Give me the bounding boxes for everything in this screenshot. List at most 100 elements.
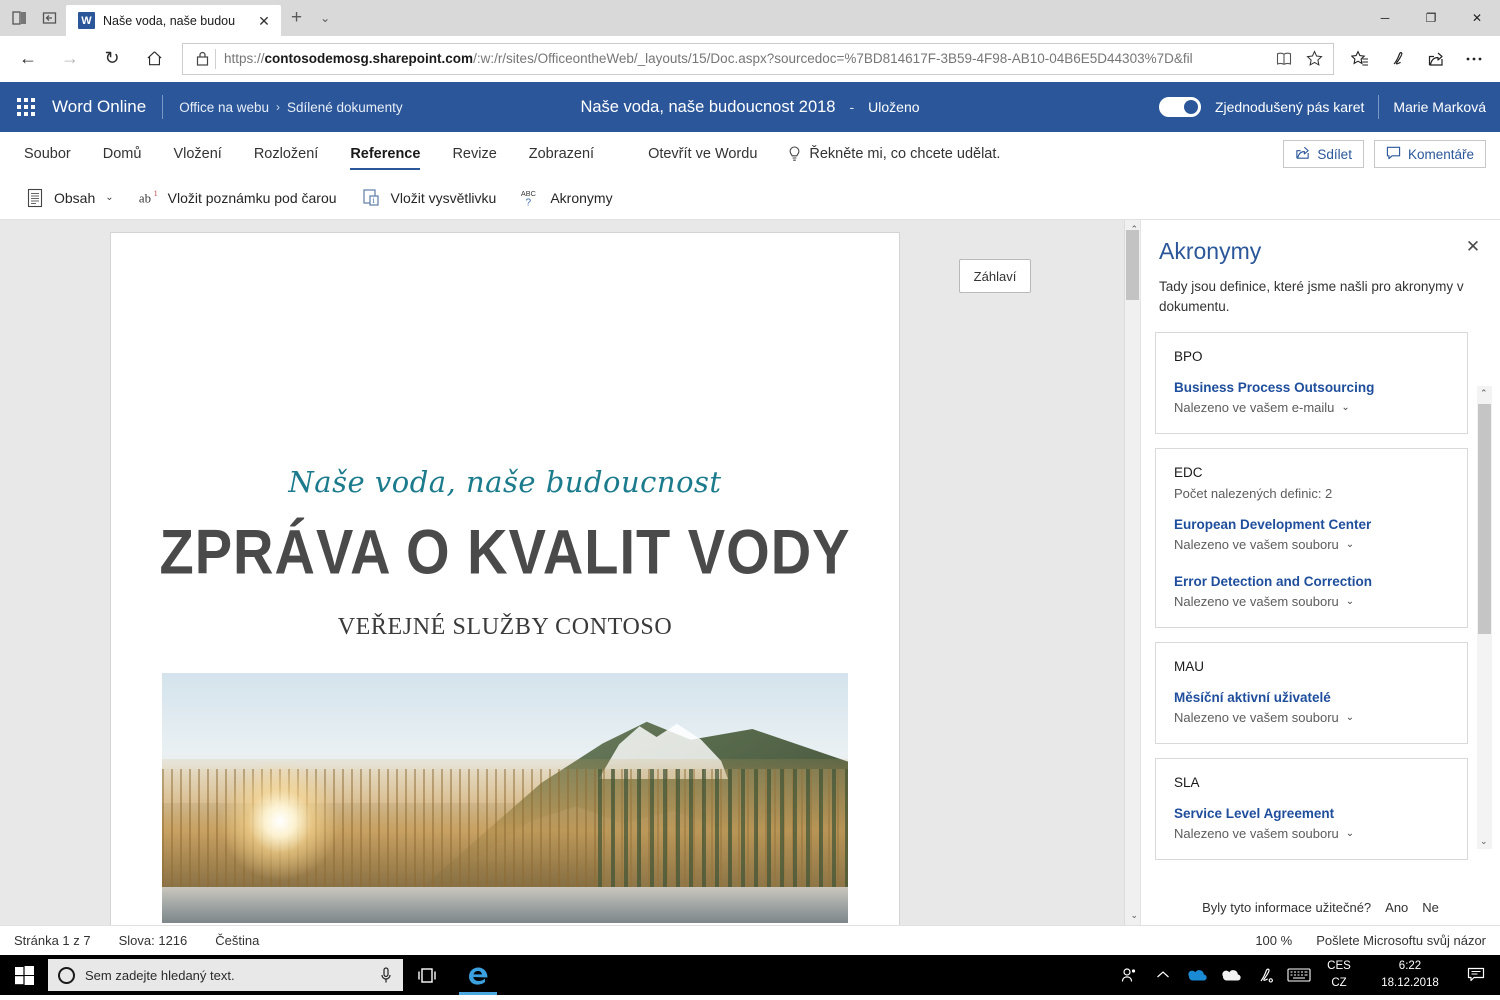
address-bar[interactable]: https://contosodemosg.sharepoint.com/:w:… bbox=[182, 43, 1334, 75]
document-scrollbar[interactable]: ⌃ ⌄ bbox=[1124, 220, 1140, 925]
task-view-icon[interactable] bbox=[403, 955, 451, 995]
tab-vlozeni[interactable]: Vložení bbox=[157, 132, 237, 176]
close-icon[interactable]: ✕ bbox=[1460, 234, 1486, 260]
table-of-contents-command[interactable]: Obsah ⌄ bbox=[14, 181, 124, 215]
acronym-definition[interactable]: Error Detection and Correction bbox=[1174, 574, 1449, 589]
user-name[interactable]: Marie Marková bbox=[1393, 99, 1486, 115]
settings-more-icon[interactable] bbox=[1456, 40, 1492, 78]
acronym-card[interactable]: BPO Business Process Outsourcing Nalezen… bbox=[1155, 332, 1468, 434]
onedrive-blue-icon[interactable] bbox=[1180, 955, 1214, 995]
tab-soubor[interactable]: Soubor bbox=[8, 132, 87, 176]
document-scroll-thumb[interactable] bbox=[1126, 230, 1139, 300]
close-tab-icon[interactable]: ✕ bbox=[255, 14, 273, 28]
word-count[interactable]: Slova: 1216 bbox=[119, 933, 188, 948]
home-button[interactable] bbox=[134, 40, 174, 78]
chevron-down-icon[interactable]: ⌄ bbox=[105, 192, 113, 203]
touch-keyboard-icon[interactable] bbox=[1282, 955, 1316, 995]
acronyms-panel-description: Tady jsou definice, které jsme našli pro… bbox=[1141, 265, 1500, 316]
windows-taskbar: Sem zadejte hledaný text. CESCZ bbox=[0, 955, 1500, 995]
taskbar-edge-icon[interactable] bbox=[451, 955, 505, 995]
acronym-source-label: Nalezeno ve vašem souboru bbox=[1174, 537, 1339, 552]
start-button-icon[interactable] bbox=[0, 955, 48, 995]
tab-reference[interactable]: Reference bbox=[334, 132, 436, 176]
taskbar-search-box[interactable]: Sem zadejte hledaný text. bbox=[48, 959, 403, 991]
browser-tab[interactable]: W Naše voda, naše budou ✕ bbox=[66, 5, 281, 36]
onedrive-white-icon[interactable] bbox=[1214, 955, 1248, 995]
insert-endnote-command[interactable]: i Vložit vysvětlivku bbox=[351, 181, 507, 215]
pen-icon[interactable] bbox=[1248, 955, 1282, 995]
chevron-down-icon[interactable]: ⌄ bbox=[1346, 539, 1354, 550]
chevron-down-icon[interactable]: ⌄ bbox=[1346, 596, 1354, 607]
scroll-up-icon[interactable]: ⌃ bbox=[1480, 388, 1488, 399]
acronym-definition[interactable]: European Development Center bbox=[1174, 517, 1449, 532]
show-hidden-icons-chevron[interactable] bbox=[1146, 955, 1180, 995]
chevron-down-icon[interactable]: ⌄ bbox=[312, 0, 338, 36]
tabs-you-set-aside-icon[interactable] bbox=[40, 8, 60, 28]
web-notes-pen-icon[interactable] bbox=[1380, 40, 1416, 78]
chevron-down-icon[interactable]: ⌄ bbox=[1346, 712, 1354, 723]
back-button[interactable]: ← bbox=[8, 40, 48, 78]
document-page[interactable]: Záhlaví Naše voda, naše budoucnost ZPRÁV… bbox=[110, 232, 900, 925]
clock-date[interactable]: 6:2218.12.2018 bbox=[1362, 958, 1458, 991]
send-feedback-link[interactable]: Pošlete Microsoftu svůj názor bbox=[1316, 933, 1486, 948]
tab-revize[interactable]: Revize bbox=[436, 132, 512, 176]
acronym-source-row[interactable]: Nalezeno ve vašem souboru ⌄ bbox=[1174, 710, 1449, 725]
maximize-button[interactable]: ❐ bbox=[1408, 0, 1454, 36]
simplified-ribbon-toggle[interactable] bbox=[1159, 97, 1201, 117]
acronym-source-row[interactable]: Nalezeno ve vašem souboru ⌄ bbox=[1174, 537, 1449, 552]
panel-scrollbar[interactable]: ⌃ ⌄ bbox=[1477, 386, 1492, 849]
chevron-down-icon[interactable]: ⌄ bbox=[1346, 828, 1354, 839]
acronym-card[interactable]: EDC Počet nalezených definic: 2 European… bbox=[1155, 448, 1468, 628]
acronym-definition[interactable]: Měsíční aktivní uživatelé bbox=[1174, 690, 1449, 705]
favorites-hub-icon[interactable] bbox=[1342, 40, 1378, 78]
insert-footnote-command[interactable]: ab1 Vložit poznámku pod čarou bbox=[128, 181, 347, 215]
refresh-button[interactable]: ↻ bbox=[92, 40, 132, 78]
set-tabs-aside-icon[interactable] bbox=[10, 8, 30, 28]
open-in-word-button[interactable]: Otevřít ve Wordu bbox=[634, 132, 771, 176]
acronym-source-row[interactable]: Nalezeno ve vašem souboru ⌄ bbox=[1174, 594, 1449, 609]
acronym-card[interactable]: MAU Měsíční aktivní uživatelé Nalezeno v… bbox=[1155, 642, 1468, 744]
acronym-card[interactable]: SLA Service Level Agreement Nalezeno ve … bbox=[1155, 758, 1468, 860]
language-indicator[interactable]: Čeština bbox=[215, 933, 259, 948]
scroll-down-icon[interactable]: ⌄ bbox=[1130, 910, 1138, 921]
comment-bubble-icon bbox=[1386, 145, 1401, 163]
document-title[interactable]: Naše voda, naše budoucnost 2018 bbox=[580, 98, 835, 117]
acronym-definition[interactable]: Business Process Outsourcing bbox=[1174, 380, 1449, 395]
share-button[interactable]: Sdílet bbox=[1283, 140, 1364, 168]
acronyms-card-list[interactable]: BPO Business Process Outsourcing Nalezen… bbox=[1141, 316, 1500, 889]
breadcrumb-site[interactable]: Office na webu bbox=[179, 100, 269, 115]
breadcrumb-library[interactable]: Sdílené dokumenty bbox=[287, 100, 403, 115]
tab-domu[interactable]: Domů bbox=[87, 132, 158, 176]
favorite-star-icon[interactable] bbox=[1301, 45, 1327, 73]
panel-scroll-thumb[interactable] bbox=[1478, 404, 1491, 634]
app-name[interactable]: Word Online bbox=[52, 97, 162, 117]
app-launcher-waffle-icon[interactable] bbox=[0, 98, 52, 116]
zoom-level[interactable]: 100 % bbox=[1255, 933, 1292, 948]
tell-me-box[interactable]: Řekněte mi, co chcete udělat. bbox=[771, 132, 1000, 176]
acronym-source-row[interactable]: Nalezeno ve vašem souboru ⌄ bbox=[1174, 826, 1449, 841]
chevron-down-icon[interactable]: ⌄ bbox=[1341, 402, 1349, 413]
acronym-definition[interactable]: Service Level Agreement bbox=[1174, 806, 1449, 821]
microphone-icon[interactable] bbox=[375, 967, 397, 984]
acronym-source-row[interactable]: Nalezeno ve vašem e-mailu ⌄ bbox=[1174, 400, 1449, 415]
comments-button[interactable]: Komentáře bbox=[1374, 140, 1486, 168]
scroll-down-icon[interactable]: ⌄ bbox=[1480, 836, 1488, 847]
header-region-chip[interactable]: Záhlaví bbox=[959, 259, 1031, 293]
photo-conifers bbox=[598, 769, 848, 889]
people-icon[interactable] bbox=[1112, 955, 1146, 995]
reading-view-icon[interactable] bbox=[1271, 45, 1297, 73]
feedback-yes-link[interactable]: Ano bbox=[1385, 900, 1408, 915]
forward-button[interactable]: → bbox=[50, 40, 90, 78]
minimize-button[interactable]: ─ bbox=[1362, 0, 1408, 36]
close-window-button[interactable]: ✕ bbox=[1454, 0, 1500, 36]
action-center-icon[interactable] bbox=[1458, 955, 1494, 995]
page-indicator[interactable]: Stránka 1 z 7 bbox=[14, 933, 91, 948]
tab-zobrazeni[interactable]: Zobrazení bbox=[513, 132, 610, 176]
document-canvas[interactable]: Záhlaví Naše voda, naše budoucnost ZPRÁV… bbox=[0, 220, 1140, 925]
input-language-indicator[interactable]: CESCZ bbox=[1316, 958, 1362, 991]
new-tab-button[interactable]: + bbox=[281, 0, 312, 36]
feedback-no-link[interactable]: Ne bbox=[1422, 900, 1439, 915]
share-icon[interactable] bbox=[1418, 40, 1454, 78]
tab-rozlozeni[interactable]: Rozložení bbox=[238, 132, 334, 176]
acronyms-command[interactable]: ABC? Akronymy bbox=[510, 181, 622, 215]
